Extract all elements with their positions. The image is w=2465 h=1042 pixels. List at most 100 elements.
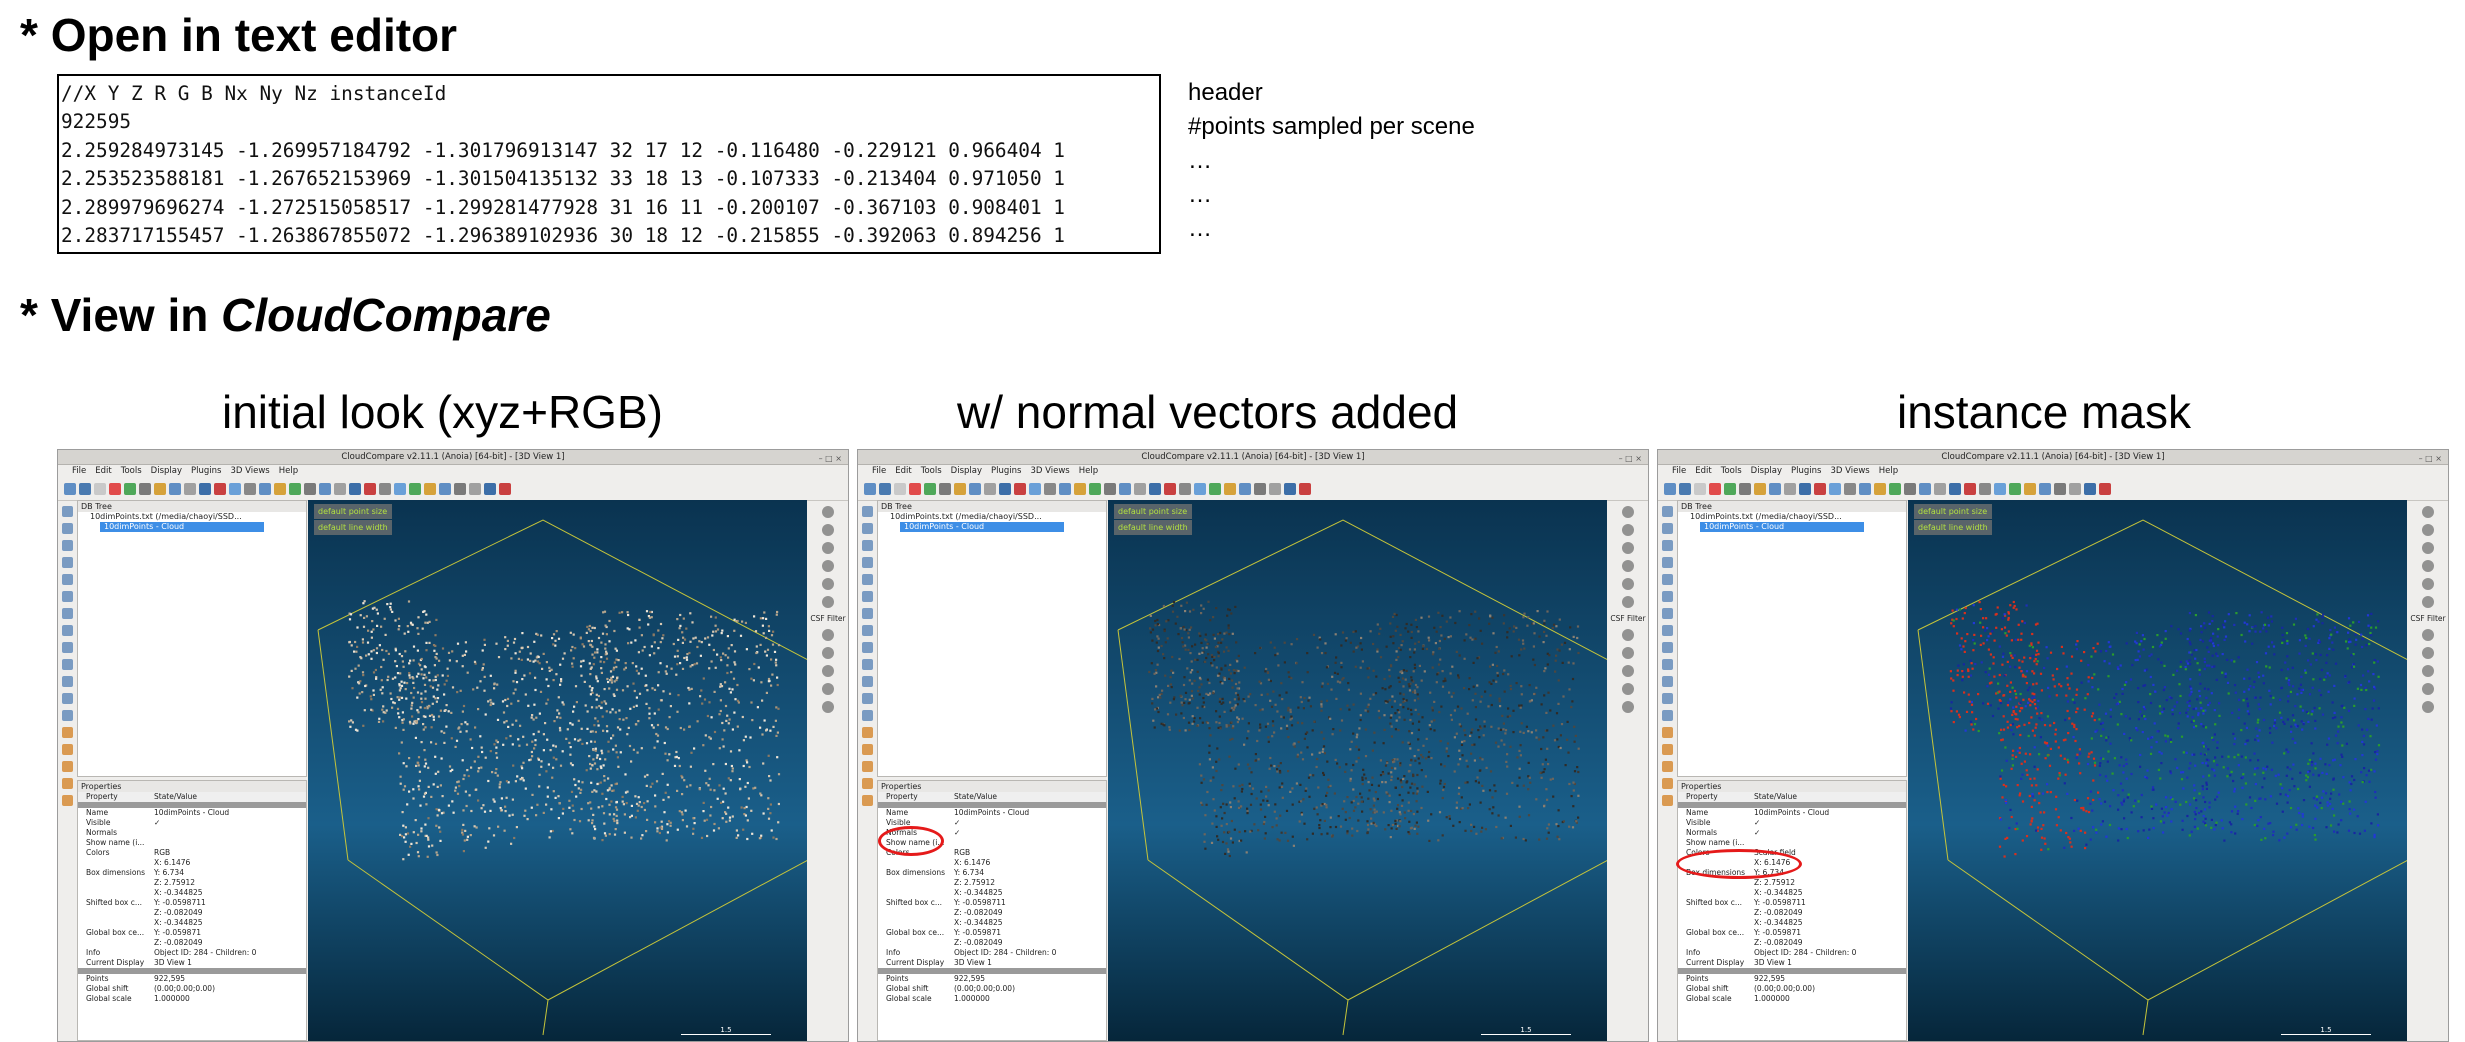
view-tool-icon[interactable] <box>822 665 834 677</box>
csf-filter-label[interactable]: CSF Filter <box>1610 614 1645 623</box>
tool-icon[interactable] <box>1661 608 1673 619</box>
tool-icon[interactable] <box>61 642 73 653</box>
tool-icon[interactable] <box>61 608 73 619</box>
toolbar-icon[interactable] <box>2009 483 2021 495</box>
toolbar-icon[interactable] <box>2084 483 2096 495</box>
toolbar-icon[interactable] <box>364 483 376 495</box>
toolbar-icon[interactable] <box>1044 483 1056 495</box>
3d-view[interactable]: default point size default line width 1.5 <box>308 500 807 1041</box>
tool-icon[interactable] <box>1661 676 1673 687</box>
menu-item[interactable]: Display <box>1751 466 1782 476</box>
toolbar-icon[interactable] <box>954 483 966 495</box>
toolbar-icon[interactable] <box>939 483 951 495</box>
toolbar-icon[interactable] <box>2024 483 2036 495</box>
view-tool-icon[interactable] <box>2422 665 2434 677</box>
toolbar-icon[interactable] <box>94 483 106 495</box>
toolbar-icon[interactable] <box>1979 483 1991 495</box>
toolbar-icon[interactable] <box>1919 483 1931 495</box>
toolbar-icon[interactable] <box>2054 483 2066 495</box>
view-tool-icon[interactable] <box>1622 578 1634 590</box>
toolbar-icon[interactable] <box>1889 483 1901 495</box>
csf-filter-label[interactable]: CSF Filter <box>2410 614 2445 623</box>
menu-item[interactable]: Edit <box>95 466 111 476</box>
menu-item[interactable]: Help <box>1879 466 1898 476</box>
menu-item[interactable]: Plugins <box>191 466 221 476</box>
menu-item[interactable]: Help <box>1079 466 1098 476</box>
tool-icon[interactable] <box>861 727 873 738</box>
toolbar-icon[interactable] <box>1074 483 1086 495</box>
tool-icon[interactable] <box>1661 625 1673 636</box>
view-tool-icon[interactable] <box>2422 683 2434 695</box>
toolbar-icon[interactable] <box>1949 483 1961 495</box>
tool-icon[interactable] <box>861 506 873 517</box>
toolbar-icon[interactable] <box>1694 483 1706 495</box>
toolbar-icon[interactable] <box>1844 483 1856 495</box>
tool-icon[interactable] <box>61 659 73 670</box>
toolbar-icon[interactable] <box>2099 483 2111 495</box>
toolbar-icon[interactable] <box>1904 483 1916 495</box>
tree-item-file[interactable]: 10dimPoints.txt (/media/chaoyi/SSD... <box>878 512 1106 522</box>
toolbar-icon[interactable] <box>999 483 1011 495</box>
view-tool-icon[interactable] <box>1622 596 1634 608</box>
tool-icon[interactable] <box>861 574 873 585</box>
toolbar-icon[interactable] <box>409 483 421 495</box>
toolbar-icon[interactable] <box>469 483 481 495</box>
menu-item[interactable]: File <box>1672 466 1686 476</box>
tool-icon[interactable] <box>1661 642 1673 653</box>
toolbar-icon[interactable] <box>1799 483 1811 495</box>
toolbar-icon[interactable] <box>229 483 241 495</box>
menu-item[interactable]: Edit <box>1695 466 1711 476</box>
tree-item-file[interactable]: 10dimPoints.txt (/media/chaoyi/SSD... <box>78 512 306 522</box>
badge-line-width[interactable]: default line width <box>314 520 392 535</box>
tool-icon[interactable] <box>861 659 873 670</box>
view-tool-icon[interactable] <box>822 701 834 713</box>
toolbar-icon[interactable] <box>289 483 301 495</box>
toolbar-icon[interactable] <box>199 483 211 495</box>
toolbar-icon[interactable] <box>1164 483 1176 495</box>
toolbar-icon[interactable] <box>454 483 466 495</box>
view-tool-icon[interactable] <box>822 542 834 554</box>
tool-icon[interactable] <box>861 795 873 806</box>
toolbar-icon[interactable] <box>1149 483 1161 495</box>
tool-icon[interactable] <box>861 557 873 568</box>
window-controls[interactable]: – □ × <box>819 452 842 466</box>
tool-icon[interactable] <box>861 693 873 704</box>
toolbar-icon[interactable] <box>1209 483 1221 495</box>
toolbar-icon[interactable] <box>1224 483 1236 495</box>
menu-item[interactable]: Tools <box>1721 466 1742 476</box>
toolbar-icon[interactable] <box>334 483 346 495</box>
tool-icon[interactable] <box>861 676 873 687</box>
tool-icon[interactable] <box>861 523 873 534</box>
tool-icon[interactable] <box>1661 574 1673 585</box>
3d-view[interactable]: default point size default line width 1.5 <box>1908 500 2407 1041</box>
toolbar-icon[interactable] <box>1269 483 1281 495</box>
view-tool-icon[interactable] <box>2422 506 2434 518</box>
view-tool-icon[interactable] <box>822 596 834 608</box>
view-tool-icon[interactable] <box>822 647 834 659</box>
3d-view[interactable]: default point size default line width 1.5 <box>1108 500 1607 1041</box>
view-tool-icon[interactable] <box>822 629 834 641</box>
toolbar-icon[interactable] <box>169 483 181 495</box>
toolbar-icon[interactable] <box>64 483 76 495</box>
csf-filter-label[interactable]: CSF Filter <box>810 614 845 623</box>
view-tool-icon[interactable] <box>822 506 834 518</box>
tool-icon[interactable] <box>1661 591 1673 602</box>
view-tool-icon[interactable] <box>2422 596 2434 608</box>
view-tool-icon[interactable] <box>1622 629 1634 641</box>
toolbar-icon[interactable] <box>1874 483 1886 495</box>
toolbar-icon[interactable] <box>1254 483 1266 495</box>
tool-icon[interactable] <box>1661 523 1673 534</box>
tool-icon[interactable] <box>61 778 73 789</box>
tool-icon[interactable] <box>61 574 73 585</box>
tool-icon[interactable] <box>861 591 873 602</box>
tool-icon[interactable] <box>61 727 73 738</box>
tree-item-cloud[interactable]: 10dimPoints - Cloud <box>900 522 1064 532</box>
toolbar-icon[interactable] <box>184 483 196 495</box>
tool-icon[interactable] <box>61 523 73 534</box>
toolbar-icon[interactable] <box>79 483 91 495</box>
toolbar-icon[interactable] <box>139 483 151 495</box>
tree-item-file[interactable]: 10dimPoints.txt (/media/chaoyi/SSD... <box>1678 512 1906 522</box>
toolbar-icon[interactable] <box>1769 483 1781 495</box>
toolbar-icon[interactable] <box>1089 483 1101 495</box>
toolbar-icon[interactable] <box>1119 483 1131 495</box>
